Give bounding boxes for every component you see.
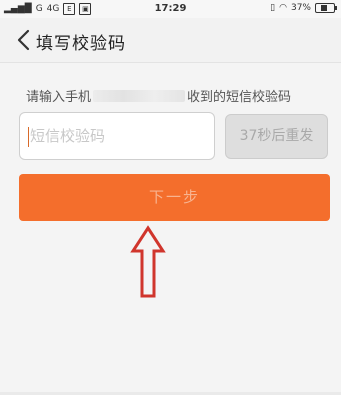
vibrate-icon: ▯ [270,3,276,13]
wifi-icon: ◠ [279,3,287,13]
battery-fill [321,5,327,11]
status-bar: ▂▄▆█ G 4G E ▣ 17:29 ▯ ◠ 37% [0,0,341,18]
next-step-button[interactable]: 下一步 [19,174,330,221]
title-bar: 填写校验码 [0,18,341,63]
text-caret [28,127,29,147]
masked-phone-number [93,89,186,102]
back-button[interactable] [14,28,34,52]
status-right-icons: ▯ ◠ 37% [266,3,337,13]
sms-code-input[interactable] [19,112,215,160]
hint-prefix: 请输入手机 [26,90,92,105]
chevron-left-icon [17,29,30,51]
hint-suffix: 收到的短信校验码 [187,90,292,105]
page-title: 填写校验码 [36,34,126,54]
sms-hint: 请输入手机 收到的短信校验码 [26,86,291,105]
up-arrow-annotation-icon [130,225,166,298]
battery-percent: 37% [290,3,311,13]
battery-icon [315,3,337,13]
resend-code-button[interactable]: 37秒后重发 [225,114,328,159]
